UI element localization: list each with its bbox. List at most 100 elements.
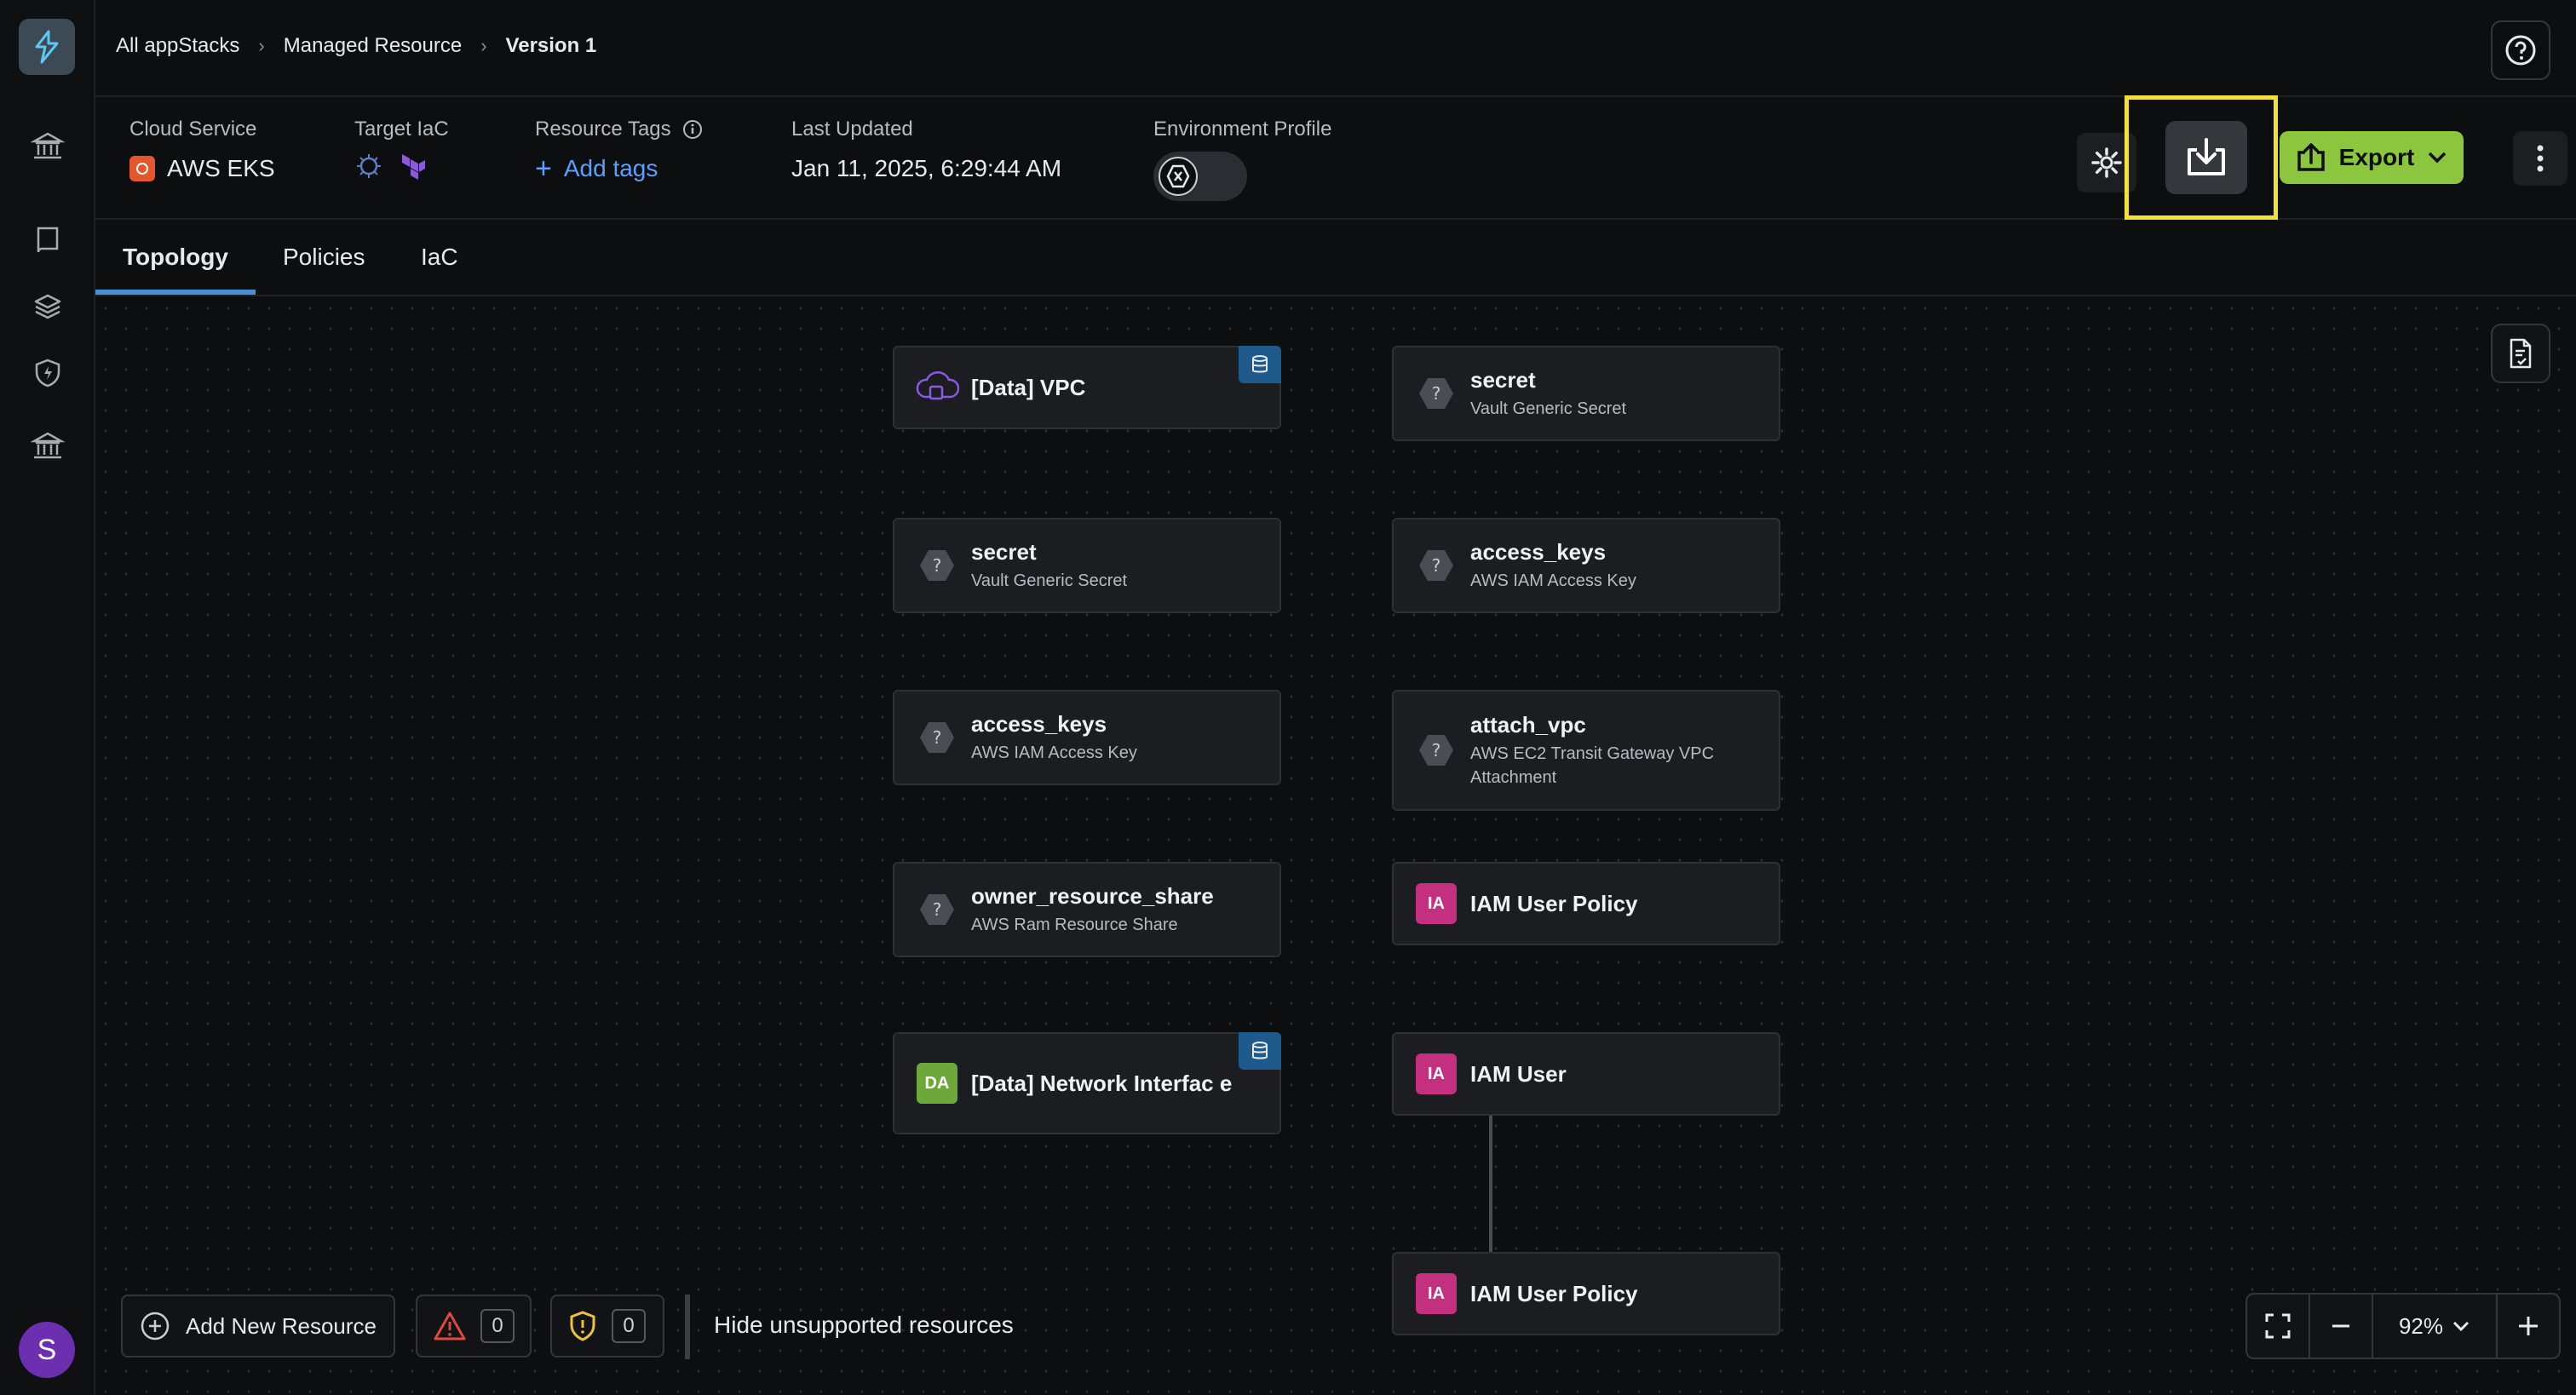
svg-text:?: ?: [1432, 555, 1441, 576]
chevron-right-icon: ›: [258, 35, 265, 56]
top-bar: All appStacks › Managed Resource › Versi…: [95, 0, 2576, 97]
zoom-out-button[interactable]: [2310, 1295, 2373, 1358]
unknown-hex-icon: ?: [915, 715, 959, 760]
node-name: secret: [1470, 367, 1536, 393]
export-label: Export: [2338, 144, 2415, 170]
tab-iac[interactable]: IaC: [421, 244, 458, 271]
node-secret[interactable]: ? secret Vault Generic Secret: [1392, 346, 1780, 441]
node-name: IAM User Policy: [1470, 891, 1638, 916]
book-icon[interactable]: [29, 221, 66, 259]
last-updated-field: Last Updated Jan 11, 2025, 6:29:44 AM: [791, 118, 1061, 182]
svg-text:?: ?: [933, 899, 942, 920]
warnings-button[interactable]: 0: [416, 1295, 532, 1358]
plus-icon: +: [535, 152, 552, 185]
node-access-keys[interactable]: ? access_keys AWS IAM Access Key: [893, 690, 1281, 785]
connector-line: [1489, 1221, 1492, 1252]
node-secret[interactable]: ? secret Vault Generic Secret: [893, 518, 1281, 613]
last-updated-label: Last Updated: [791, 118, 913, 141]
unknown-hex-icon: ?: [1414, 543, 1458, 588]
breadcrumb-all-appstacks[interactable]: All appStacks: [116, 34, 239, 58]
fit-screen-button[interactable]: [2247, 1295, 2310, 1358]
terraform-icon: [399, 152, 428, 187]
svg-text:?: ?: [933, 555, 942, 576]
zoom-in-button[interactable]: [2498, 1295, 2559, 1358]
bank-icon[interactable]: [29, 128, 66, 165]
help-button[interactable]: [2491, 20, 2550, 80]
data-badge: DA: [915, 1061, 959, 1105]
fullscreen-icon: [2265, 1313, 2291, 1339]
node-name: access_keys: [971, 711, 1107, 737]
security-button[interactable]: 0: [550, 1295, 664, 1358]
node-iam-user[interactable]: IA IAM User: [1392, 1032, 1780, 1116]
resource-tags-label: Resource Tags: [535, 118, 671, 141]
cloud-service-value: AWS EKS: [167, 155, 275, 181]
svg-text:?: ?: [1432, 383, 1441, 404]
add-tags-button[interactable]: + Add tags: [535, 152, 704, 185]
node-iam-user-policy[interactable]: IA IAM User Policy: [1392, 862, 1780, 945]
node-attach-vpc[interactable]: ? attach_vpc AWS EC2 Transit Gateway VPC…: [1392, 690, 1780, 811]
environment-profile-toggle[interactable]: [1153, 152, 1247, 201]
warning-icon: [434, 1312, 466, 1340]
warnings-count: 0: [480, 1309, 515, 1343]
node-name: owner_resource_share: [971, 883, 1214, 909]
shield-bolt-icon[interactable]: [29, 354, 66, 392]
target-iac-label: Target IaC: [354, 118, 449, 141]
topology-canvas[interactable]: [95, 298, 2576, 1395]
node-owner-resource-share[interactable]: ? owner_resource_share AWS Ram Resource …: [893, 862, 1281, 957]
resource-tags-field: Resource Tags + Add tags: [535, 118, 704, 185]
info-icon[interactable]: [681, 118, 704, 141]
iam-badge: IA: [1414, 881, 1458, 926]
layers-icon[interactable]: [29, 288, 66, 325]
plus-circle-icon: [141, 1312, 170, 1340]
unknown-hex-icon: ?: [1414, 728, 1458, 772]
node-name: attach_vpc: [1470, 712, 1586, 738]
more-options-button[interactable]: [2513, 131, 2567, 186]
institution-icon[interactable]: [29, 428, 66, 465]
document-button[interactable]: [2491, 324, 2550, 383]
environment-profile-field: Environment Profile: [1153, 118, 1331, 201]
document-check-icon: [2510, 338, 2532, 369]
helm-icon: [354, 152, 383, 187]
database-icon: [1239, 346, 1281, 383]
tab-policies[interactable]: Policies: [283, 244, 365, 271]
toggle-knob: [1159, 157, 1198, 196]
node-iam-user-policy[interactable]: IA IAM User Policy: [1392, 1252, 1780, 1335]
help-icon: [2505, 35, 2536, 66]
svg-text:?: ?: [933, 727, 942, 748]
security-count: 0: [612, 1309, 646, 1343]
zoom-controls: 92%: [2245, 1293, 2561, 1359]
target-iac-field: Target IaC: [354, 118, 449, 187]
node-name: [Data] VPC: [971, 375, 1086, 400]
zoom-level-select[interactable]: 92%: [2373, 1295, 2498, 1358]
kebab-menu-icon: [2537, 145, 2544, 172]
node-access-keys[interactable]: ? access_keys AWS IAM Access Key: [1392, 518, 1780, 613]
connector-line: [1489, 1116, 1492, 1221]
zoom-level: 92%: [2398, 1312, 2444, 1339]
environment-profile-label: Environment Profile: [1153, 118, 1332, 141]
node-name: [Data] Network Interfac e: [971, 1071, 1233, 1096]
node-data-vpc[interactable]: [Data] VPC: [893, 346, 1281, 429]
app-logo[interactable]: [19, 19, 75, 75]
breadcrumb-managed-resource[interactable]: Managed Resource: [284, 34, 462, 58]
cloud-service-field: Cloud Service AWS EKS: [129, 118, 275, 182]
user-avatar[interactable]: S: [19, 1322, 75, 1378]
view-tabs: Topology Policies IaC: [95, 221, 2576, 296]
node-name: IAM User: [1470, 1061, 1567, 1087]
aws-icon: [129, 156, 155, 181]
left-sidebar: S: [0, 0, 95, 1395]
logo-icon: [35, 30, 59, 64]
gear-icon: [2091, 147, 2122, 178]
add-new-resource-button[interactable]: Add New Resource: [121, 1295, 395, 1358]
plus-icon: [2519, 1317, 2538, 1335]
unknown-hex-icon: ?: [915, 543, 959, 588]
export-button[interactable]: Export: [2280, 131, 2464, 184]
download-icon: [2188, 138, 2225, 175]
last-updated-value: Jan 11, 2025, 6:29:44 AM: [791, 155, 1062, 181]
node-type: Vault Generic Secret: [1470, 399, 1627, 418]
node-data-network-interface[interactable]: DA [Data] Network Interfac e: [893, 1032, 1281, 1134]
resource-info-bar: Cloud Service AWS EKS Target IaC Resourc…: [95, 95, 2576, 220]
tab-topology[interactable]: Topology: [123, 244, 228, 271]
chevron-down-icon: [2429, 152, 2447, 164]
download-button[interactable]: [2165, 121, 2247, 194]
hide-unsupported-toggle[interactable]: Hide unsupported resources: [714, 1312, 1014, 1339]
